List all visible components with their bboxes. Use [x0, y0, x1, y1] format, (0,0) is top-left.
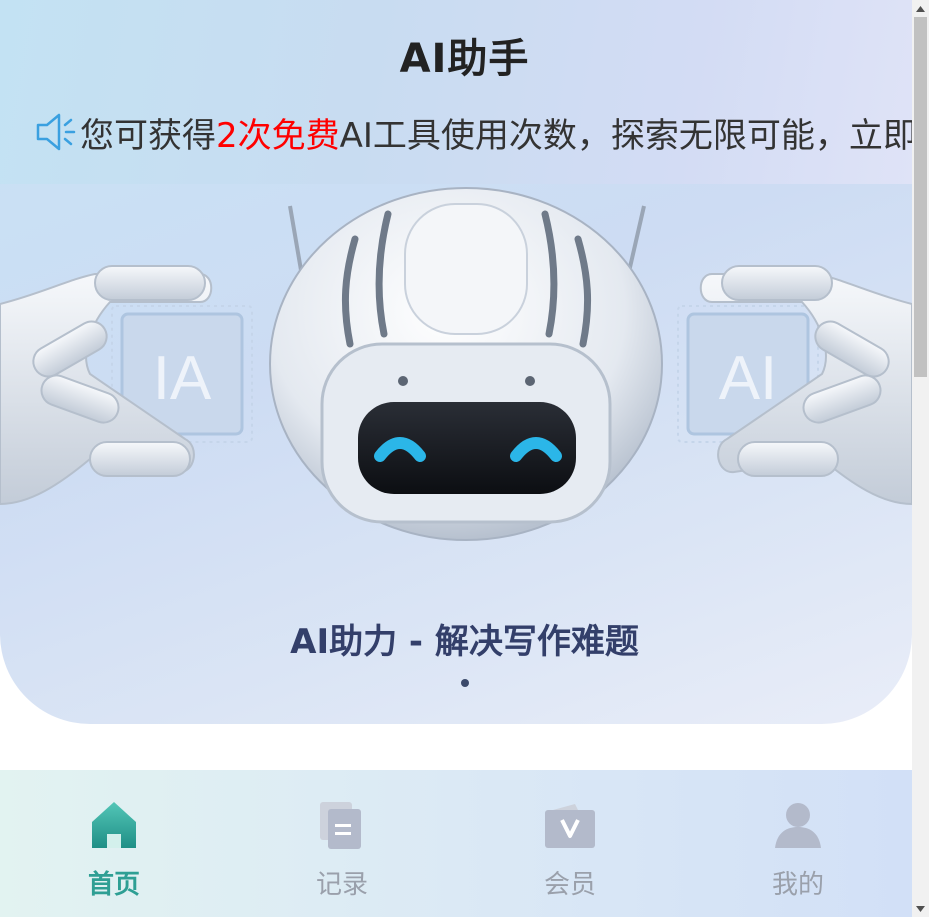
right-chip-text: AI [719, 344, 778, 413]
notice-prefix: 您可获得 [80, 115, 216, 156]
page-title: AI助手 [399, 36, 530, 82]
tab-records[interactable]: 记录 [228, 770, 456, 917]
notice-text: 您可获得2次免费AI工具使用次数，探索无限可能，立即 [80, 108, 912, 157]
scrollbar-thumb[interactable] [914, 17, 927, 377]
notice-suffix: AI工具使用次数，探索无限可能，立即 [339, 115, 912, 156]
left-antenna [288, 205, 304, 277]
tab-home[interactable]: 首页 [0, 770, 228, 917]
carousel-indicator-dot[interactable] [461, 679, 469, 687]
banner-caption: AI助力 - 解决写作难题 [290, 622, 639, 662]
hero-card: 您可获得2次免费AI工具使用次数，探索无限可能，立即 IA AI AI助力 - … [0, 0, 912, 724]
robot-illustration[interactable]: IA AI [0, 184, 912, 584]
tab-vip[interactable]: 会员 [456, 770, 684, 917]
scroll-up-arrow-icon[interactable] [912, 0, 929, 17]
speaker-icon [36, 113, 76, 151]
right-antenna [626, 205, 646, 277]
tab-home-label: 首页 [87, 870, 140, 900]
vip-icon [545, 804, 595, 848]
bottom-tab-bar: 首页 记录 会员 我的 [0, 770, 912, 917]
notice-highlight: 2次免费 [216, 115, 340, 156]
document-icon [320, 802, 361, 849]
app-window: 您可获得2次免费AI工具使用次数，探索无限可能，立即 IA AI AI助力 - … [0, 0, 912, 917]
notice-bar[interactable]: 您可获得2次免费AI工具使用次数，探索无限可能，立即 [32, 104, 912, 160]
scroll-down-arrow-icon[interactable] [912, 900, 929, 917]
tab-mine[interactable]: 我的 [684, 770, 912, 917]
tab-records-label: 记录 [315, 870, 368, 900]
tab-vip-label: 会员 [543, 870, 596, 900]
robot-head [269, 187, 663, 541]
tab-mine-label: 我的 [771, 870, 824, 900]
home-icon [92, 802, 136, 848]
left-chip-text: IA [153, 344, 212, 413]
user-icon [775, 803, 821, 848]
vertical-scrollbar[interactable] [912, 0, 929, 917]
